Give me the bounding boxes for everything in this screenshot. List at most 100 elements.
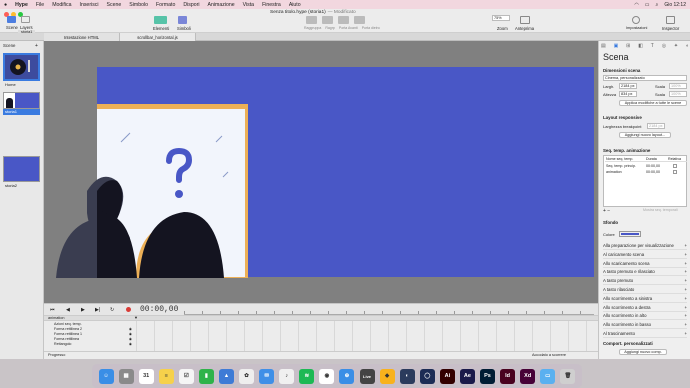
scene-action-row[interactable]: Allo scorrimento a destra + bbox=[603, 304, 687, 312]
breakpoint-field[interactable]: 2184 px bbox=[647, 123, 665, 129]
menu-hype[interactable]: Hype bbox=[15, 2, 28, 8]
scene-action-row[interactable]: Al trascinamento + bbox=[603, 330, 687, 338]
scene-action-row[interactable]: Allo scorrimento in basso + bbox=[603, 321, 687, 330]
dock-app-finder-icon[interactable]: ☺ bbox=[98, 368, 114, 384]
action-tab-icon[interactable]: ◎ bbox=[662, 43, 666, 50]
step-back-icon[interactable]: ◀ bbox=[66, 307, 70, 313]
metrics-tab-icon[interactable]: ⊞ bbox=[626, 43, 630, 50]
add-action-icon[interactable]: + bbox=[684, 322, 687, 327]
dock-app-illustrator-icon[interactable]: Ai bbox=[439, 368, 455, 384]
add-action-icon[interactable]: + bbox=[684, 252, 687, 257]
scene-thumb-storia2[interactable] bbox=[3, 156, 40, 182]
dock-app-calendar-icon[interactable]: 31 bbox=[138, 368, 154, 384]
layer-row[interactable]: Rettangolo ◉ bbox=[48, 341, 132, 346]
scale-field-2[interactable]: 100% bbox=[669, 91, 687, 97]
tab-html-head[interactable]: Intestazione HTML bbox=[44, 33, 120, 41]
menu-dispori[interactable]: Dispori bbox=[183, 2, 199, 8]
timeline-grid[interactable] bbox=[136, 321, 596, 351]
menu-aiuto[interactable]: Aiuto bbox=[289, 2, 301, 8]
scene-action-row[interactable]: A tasto premuto e rilasciato + bbox=[603, 268, 687, 277]
snap-label[interactable]: Accodato a scorrere bbox=[532, 353, 566, 357]
add-action-icon[interactable]: + bbox=[684, 305, 687, 310]
menu-formato[interactable]: Formato bbox=[156, 2, 175, 8]
dock-app-reminders-icon[interactable]: ☑ bbox=[178, 368, 194, 384]
timeline-row[interactable]: animation 00:00,00 bbox=[605, 170, 687, 175]
add-action-icon[interactable]: + bbox=[684, 278, 687, 283]
dock-app-mail-icon[interactable]: ✉ bbox=[259, 368, 275, 384]
identity-tab-icon[interactable]: ◐ bbox=[686, 43, 689, 50]
dock-app-folder-icon[interactable]: ▭ bbox=[540, 368, 556, 384]
symbols-icon[interactable] bbox=[178, 16, 187, 24]
relative-checkbox[interactable] bbox=[673, 164, 677, 168]
scene-name-home[interactable]: Home bbox=[5, 82, 16, 87]
menu-finestra[interactable]: Finestra bbox=[262, 2, 281, 8]
time-ruler[interactable] bbox=[184, 311, 594, 315]
menu-modifica[interactable]: Modifica bbox=[52, 2, 71, 8]
menu-simbolo[interactable]: Simbolo bbox=[129, 2, 148, 8]
loop-icon[interactable]: ↻ bbox=[110, 307, 114, 313]
add-scene-icon[interactable]: + bbox=[35, 43, 38, 49]
dock-app-launchpad-icon[interactable]: ▦ bbox=[118, 368, 134, 384]
bring-forward-icon[interactable] bbox=[338, 16, 349, 24]
element-tab-icon[interactable]: ◧ bbox=[638, 43, 643, 50]
scene-action-row[interactable]: A tasto rilasciato + bbox=[603, 286, 687, 294]
dock-app-photos-icon[interactable]: ✿ bbox=[239, 368, 255, 384]
visibility-icon[interactable]: ◉ bbox=[129, 342, 132, 346]
dock-app-after-effects-icon[interactable]: Ae bbox=[459, 368, 475, 384]
inspector-toggle-icon[interactable] bbox=[666, 16, 675, 24]
add-behavior-button[interactable]: Aggiungi nuovo comp. bbox=[619, 349, 667, 355]
visibility-icon[interactable]: ◉ bbox=[129, 327, 132, 331]
scale-field[interactable]: 100% bbox=[669, 83, 687, 89]
dock-app-safari-icon[interactable]: ⊕ bbox=[339, 368, 355, 384]
group-icon[interactable] bbox=[306, 16, 317, 24]
scene-action-row[interactable]: Allo scaricamento scena + bbox=[603, 260, 687, 268]
scene-action-row[interactable]: Alla preparazione per visualizzazione + bbox=[603, 242, 687, 250]
dock-app-trash-icon[interactable]: 🗑 bbox=[560, 368, 576, 384]
zoom-field[interactable]: 75% bbox=[492, 15, 510, 21]
send-backward-icon[interactable] bbox=[354, 16, 365, 24]
clock[interactable]: Gio 12:12 bbox=[664, 2, 686, 8]
width-field[interactable]: 2184 px bbox=[619, 83, 637, 89]
dock-app-music-icon[interactable]: ♪ bbox=[279, 368, 295, 384]
dock-app-notes-icon[interactable]: ≡ bbox=[158, 368, 174, 384]
relative-checkbox[interactable] bbox=[673, 170, 677, 174]
menu-vista[interactable]: Vista bbox=[243, 2, 254, 8]
timeline-row[interactable]: Seq. temp. princip. 00:00,00 bbox=[605, 164, 687, 169]
step-forward-icon[interactable]: ▶| bbox=[95, 307, 100, 313]
text-tab-icon[interactable]: T bbox=[651, 43, 654, 50]
tab-scrollbar-js[interactable]: scrollbar_horizontal.js bbox=[120, 33, 196, 41]
dock-app-chrome-icon[interactable]: ◉ bbox=[319, 368, 335, 384]
visibility-icon[interactable]: ◉ bbox=[129, 332, 132, 336]
size-preset-select[interactable]: Cinema, personalizzato bbox=[603, 75, 687, 81]
menu-animazione[interactable]: Animazione bbox=[208, 2, 235, 8]
physics-tab-icon[interactable]: ✦ bbox=[674, 43, 678, 50]
dock-app-lightroom-icon[interactable]: ◐ bbox=[399, 368, 415, 384]
scene-tab-icon[interactable]: ▣ bbox=[614, 43, 619, 50]
scene-action-row[interactable]: Allo scorrimento in alto + bbox=[603, 312, 687, 321]
ungroup-icon[interactable] bbox=[322, 16, 333, 24]
document-tab-icon[interactable]: ▤ bbox=[601, 43, 606, 50]
menu-inserisci[interactable]: Inserisci bbox=[80, 2, 99, 8]
dock-app-indesign-icon[interactable]: Id bbox=[500, 368, 516, 384]
add-action-icon[interactable]: + bbox=[684, 269, 687, 274]
go-to-start-icon[interactable]: ⏮ bbox=[50, 307, 55, 313]
dock-app-keynote-icon[interactable]: ▲ bbox=[219, 368, 234, 384]
elements-icon[interactable] bbox=[154, 16, 167, 24]
add-action-icon[interactable]: + bbox=[684, 331, 687, 336]
scene-thumb-home[interactable] bbox=[3, 53, 40, 81]
scene-name-storia2[interactable]: storia2 bbox=[5, 183, 17, 188]
add-action-icon[interactable]: + bbox=[684, 296, 687, 301]
dock-app-xd-icon[interactable]: Xd bbox=[520, 368, 536, 384]
dock-app-spotify-icon[interactable]: ≋ bbox=[299, 368, 315, 384]
wifi-icon[interactable]: ◠ bbox=[634, 2, 638, 8]
apply-all-scenes-button[interactable]: Applica modifiche a tutte le scene bbox=[619, 100, 687, 106]
settings-icon[interactable] bbox=[632, 16, 640, 24]
scene-action-row[interactable]: A tasto premuto + bbox=[603, 277, 687, 286]
add-layout-button[interactable]: Aggiungi nuovo layout... bbox=[619, 132, 671, 138]
show-timelines-label[interactable]: Mostra seq. temporali bbox=[643, 208, 678, 212]
scene-thumb-storia1[interactable] bbox=[3, 92, 40, 109]
dock-app-sketch-icon[interactable]: ◆ bbox=[379, 368, 395, 384]
height-field[interactable]: 834 px bbox=[619, 91, 637, 97]
background-color-well[interactable] bbox=[619, 231, 641, 237]
add-timeline-icon[interactable]: + − bbox=[603, 208, 610, 214]
